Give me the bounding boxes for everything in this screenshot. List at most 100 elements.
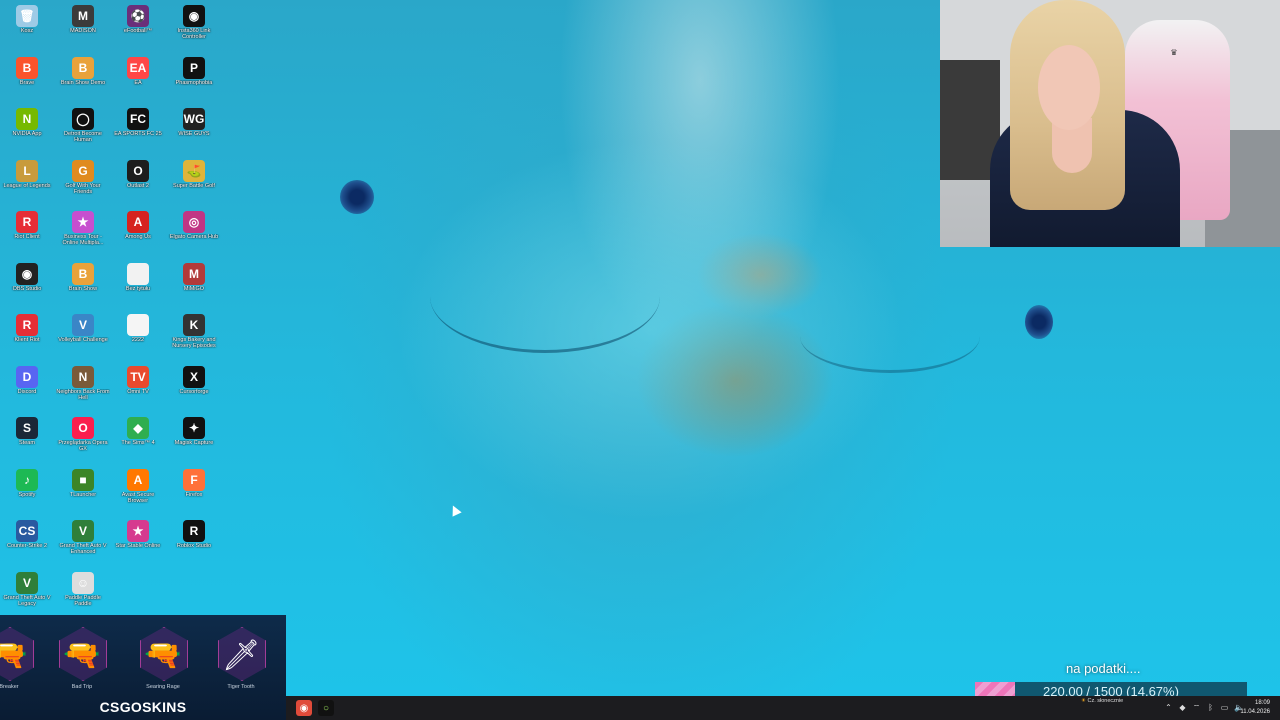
desktop-shortcut[interactable]: TV Omni TV bbox=[111, 364, 165, 414]
desktop-shortcut[interactable]: A Avast Secure Browser bbox=[111, 467, 165, 517]
roblox-studio-icon: R bbox=[183, 520, 205, 542]
magisk-capture-icon: ✦ bbox=[183, 417, 205, 439]
taskbar-chrome-icon[interactable]: ◉ bbox=[296, 700, 312, 716]
desktop-shortcut[interactable]: Bez tytułu bbox=[111, 261, 165, 311]
desktop-shortcut[interactable]: ♪ Spotify bbox=[0, 467, 54, 517]
desktop-shortcut[interactable]: M MiMiGO bbox=[167, 261, 221, 311]
ea-icon: EA bbox=[127, 56, 149, 79]
desktop-shortcut-label: Among Us bbox=[125, 234, 151, 240]
desktop-shortcut-label: League of Legends bbox=[3, 182, 51, 189]
desktop-shortcut[interactable]: B Brave bbox=[0, 55, 54, 105]
desktop-shortcut[interactable]: CS Counter-Strike 2 bbox=[0, 518, 54, 568]
brain-show-icon: B bbox=[72, 56, 94, 79]
desktop-shortcut[interactable]: WG WISE GUYS bbox=[167, 106, 221, 156]
desktop-shortcut[interactable]: ⛳ Super Battle Golf bbox=[167, 158, 221, 208]
desktop-shortcut-label: Riot Client bbox=[14, 234, 40, 240]
desktop-shortcut[interactable]: R Klient Riot bbox=[0, 312, 54, 362]
desktop-shortcut[interactable]: N Neighbors Back From Hell bbox=[56, 364, 110, 414]
desktop-shortcut[interactable]: ◎ Elgato Camera Hub bbox=[167, 209, 221, 259]
desktop-shortcut[interactable]: ◉ Insta360 Link Controller bbox=[167, 3, 221, 53]
desktop-shortcut[interactable]: V Grand Theft Auto V Enhanced bbox=[56, 518, 110, 568]
desktop-shortcut[interactable]: A Among Us bbox=[111, 209, 165, 259]
streamer-face bbox=[1038, 45, 1100, 130]
tray-display-icon[interactable]: ▭ bbox=[1220, 703, 1229, 712]
riot-icon: R bbox=[16, 211, 38, 233]
desktop-shortcut-label: Spotify bbox=[18, 491, 36, 498]
desktop-shortcut-label: Klient Riot bbox=[14, 337, 40, 343]
desktop-shortcut[interactable]: P Phasmophobia bbox=[167, 55, 221, 105]
system-tray: ⌃ ◆ ⌔ ᛒ ▭ 🔈 18:09 11.04.2026 bbox=[1080, 696, 1280, 720]
desktop-shortcut[interactable]: FC EA SPORTS FC 25 bbox=[111, 106, 165, 156]
desktop-shortcut[interactable]: N NVIDIA App bbox=[0, 106, 54, 156]
phasmophobia-icon: P bbox=[183, 56, 205, 79]
elgato-icon: ◎ bbox=[183, 211, 205, 233]
desktop-shortcut[interactable]: X Cursorforge bbox=[167, 364, 221, 414]
chair-logo-icon: ♛ bbox=[1170, 48, 1178, 57]
taskbar-xbox-icon[interactable]: ○ bbox=[318, 700, 334, 716]
desktop-shortcut[interactable]: ⚽ eFootball™ bbox=[111, 3, 165, 53]
desktop-shortcut[interactable]: O Przeglądarka Opera GX bbox=[56, 415, 110, 465]
desktop-shortcut[interactable]: V Volleyball Challenge bbox=[56, 312, 110, 362]
desktop-shortcut[interactable]: ■ TLauncher bbox=[56, 467, 110, 517]
cursorforge-icon: X bbox=[183, 365, 205, 388]
csgoskins-logo: CSGOSKINS bbox=[99, 699, 187, 715]
desktop-shortcut[interactable]: B Brain Show Demo bbox=[56, 55, 110, 105]
taskbar-clock[interactable]: 18:09 11.04.2026 bbox=[1240, 699, 1270, 717]
sims-icon: ◆ bbox=[127, 417, 149, 439]
desktop-shortcut-label: Paddle Paddle Paddle bbox=[65, 594, 101, 607]
desktop-shortcut[interactable]: ◯ Detroit Become Human bbox=[56, 106, 110, 156]
desktop-shortcut-label: Grand Theft Auto V Enhanced bbox=[59, 543, 107, 555]
desktop-shortcut-label: Phasmophobia bbox=[175, 79, 213, 86]
dolphin-mouth-line-right bbox=[800, 300, 980, 373]
desktop-shortcut[interactable]: 2222 bbox=[111, 312, 165, 362]
desktop-shortcut-label: Brain Show Demo bbox=[60, 79, 106, 86]
skin-card: 🔫 Searing Rage bbox=[128, 615, 198, 695]
obs-icon: ◉ bbox=[16, 262, 38, 285]
desktop-icon-grid: 🗑 Kosz M MADISON ⚽ eFootball™ ◉ Insta360 Link C… bbox=[0, 0, 230, 615]
desktop-shortcut[interactable]: R Roblox Studio bbox=[167, 518, 221, 568]
desktop-shortcut[interactable]: ◆ The Sims™ 4 bbox=[111, 415, 165, 465]
desktop-shortcut[interactable]: F Firefox bbox=[167, 467, 221, 517]
desktop-shortcut-label: MiMiGO bbox=[183, 285, 205, 292]
desktop-shortcut[interactable]: ◉ OBS Studio bbox=[0, 261, 54, 311]
desktop-shortcut[interactable]: ★ Star Stable Online bbox=[111, 518, 165, 568]
desktop-shortcut-label: Cursorforge bbox=[179, 388, 209, 395]
neighbors-icon: N bbox=[72, 365, 94, 388]
volleyball-icon: V bbox=[72, 314, 94, 336]
desktop-shortcut[interactable]: M MADISON bbox=[56, 3, 110, 53]
desktop-shortcut-label: Volleyball Challenge bbox=[58, 337, 108, 343]
desktop-shortcut[interactable]: L League of Legends bbox=[0, 158, 54, 208]
desktop-shortcut[interactable]: D Discord bbox=[0, 364, 54, 414]
firefox-icon: F bbox=[183, 468, 205, 491]
desktop-shortcut[interactable]: G Golf With Your Friends bbox=[56, 158, 110, 208]
desktop-shortcut-label: Bez tytułu bbox=[125, 285, 151, 292]
brave-icon: B bbox=[16, 56, 38, 79]
desktop-shortcut[interactable]: K Kings Bakery and Nursery Episodes bbox=[167, 312, 221, 362]
desktop-shortcut-label: Super Battle Golf bbox=[173, 182, 215, 189]
lol-icon: L bbox=[16, 159, 38, 182]
desktop-shortcut[interactable]: ★ Business Tour - Online Multipla... bbox=[56, 209, 110, 259]
tray-bluetooth-icon[interactable]: ᛒ bbox=[1206, 703, 1215, 712]
tray-chevron-up-icon[interactable]: ⌃ bbox=[1164, 703, 1173, 712]
desktop-shortcut[interactable]: EA EA bbox=[111, 55, 165, 105]
riot-client-2-icon: R bbox=[16, 314, 38, 336]
business-tour-icon: ★ bbox=[72, 211, 94, 233]
desktop-shortcut[interactable]: ✦ Magisk Capture bbox=[167, 415, 221, 465]
weapon-skin-searing-rage-icon: 🔫 bbox=[144, 638, 182, 672]
desktop-shortcut-label: Counter-Strike 2 bbox=[6, 543, 48, 549]
tlauncher-icon: ■ bbox=[72, 468, 94, 491]
desktop-shortcut[interactable]: S Steam bbox=[0, 415, 54, 465]
desktop-shortcut[interactable]: V Grand Theft Auto V Legacy bbox=[0, 570, 54, 620]
desktop-shortcut-label: Detroit Become Human bbox=[64, 131, 102, 143]
tray-app-icon[interactable]: ◆ bbox=[1178, 703, 1187, 712]
insta360-icon: ◉ bbox=[183, 5, 205, 27]
desktop-shortcut[interactable]: O Outlast 2 bbox=[111, 158, 165, 208]
text-file-icon bbox=[127, 314, 149, 336]
desktop-shortcut-label: Insta360 Link Controller bbox=[177, 28, 211, 40]
desktop-shortcut[interactable]: ☺ Paddle Paddle Paddle bbox=[56, 570, 110, 620]
desktop-shortcut-label: Star Stable Online bbox=[115, 543, 161, 549]
tray-network-icon[interactable]: ⌔ bbox=[1192, 703, 1201, 712]
desktop-shortcut[interactable]: B Brain Show bbox=[56, 261, 110, 311]
desktop-shortcut[interactable]: 🗑 Kosz bbox=[0, 3, 54, 53]
desktop-shortcut[interactable]: R Riot Client bbox=[0, 209, 54, 259]
